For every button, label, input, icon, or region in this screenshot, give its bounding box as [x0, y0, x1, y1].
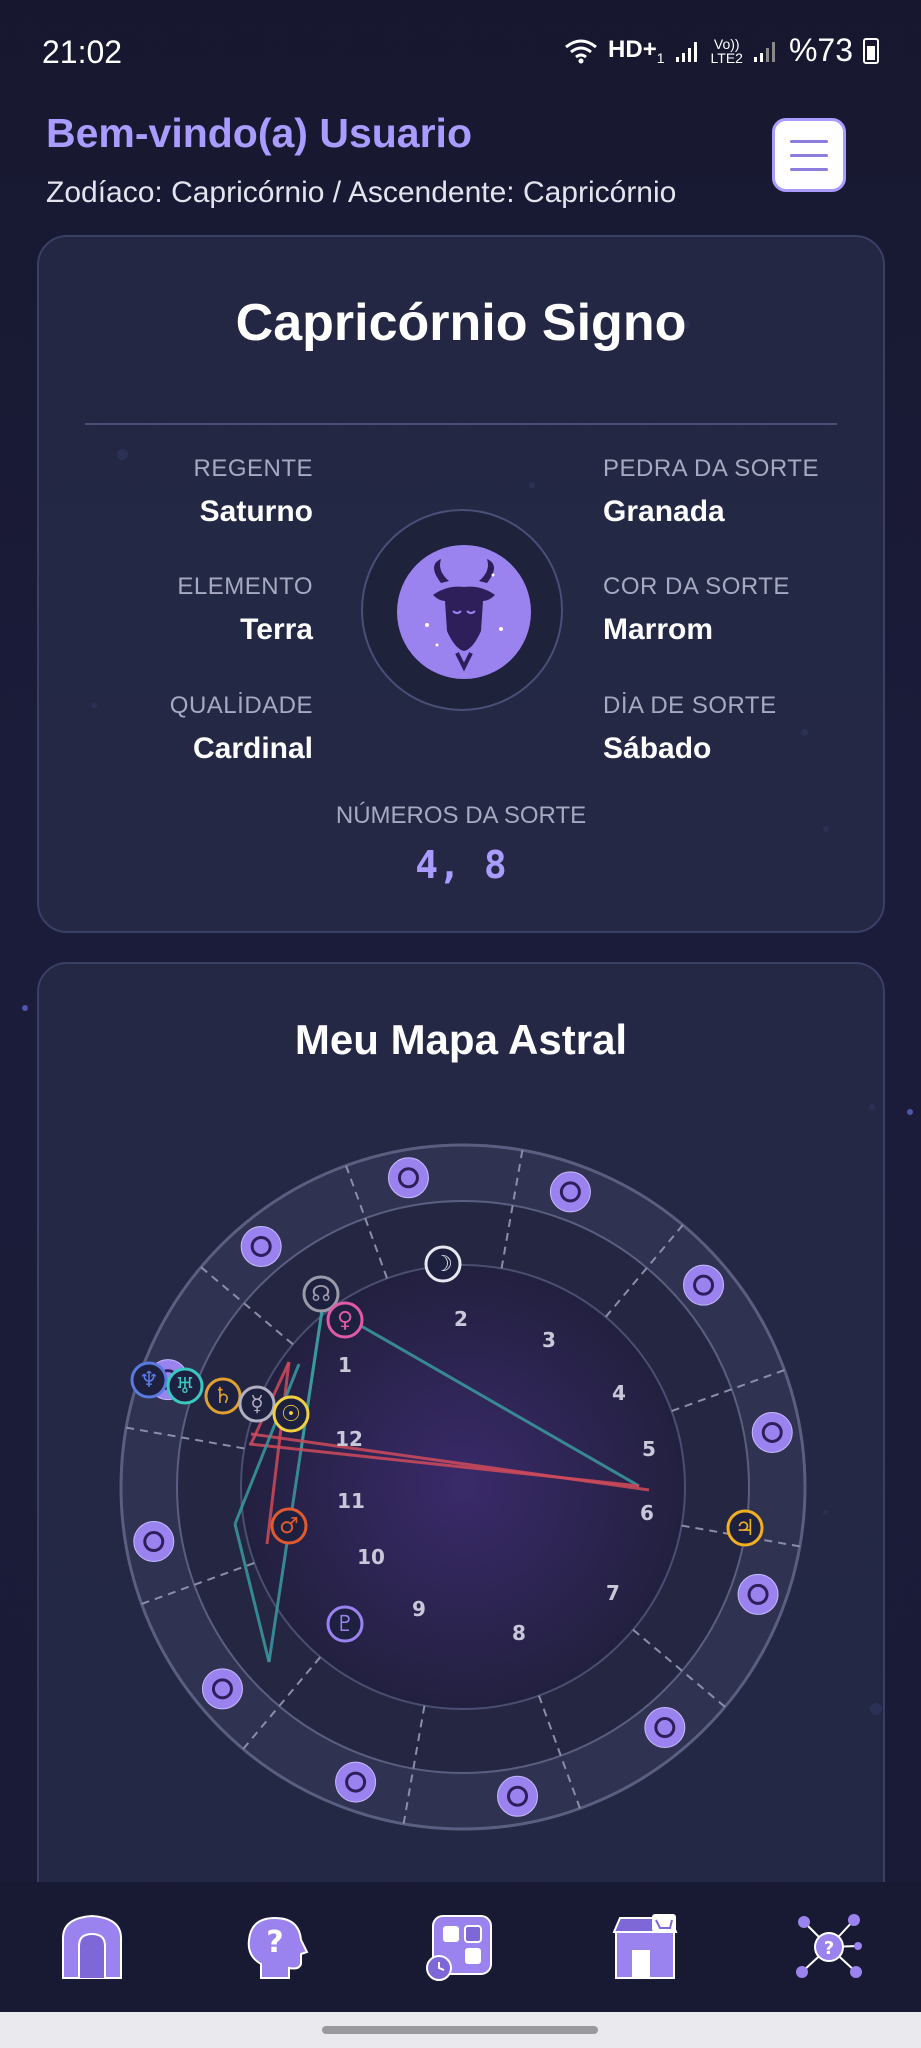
network-question-icon: ? [795, 1914, 862, 1978]
lucky-numbers-label: NÚMEROS DA SORTE [335, 802, 587, 829]
house-number-6: 6 [640, 1501, 654, 1525]
attr-regent: REGENTE Saturno [193, 455, 313, 528]
house-number-2: 2 [454, 1307, 468, 1331]
venus-symbol: ♀ [337, 1308, 353, 1333]
home-door-icon [62, 1914, 123, 1979]
jupiter-symbol: ♃ [735, 1516, 755, 1541]
scorpio-icon [335, 1761, 377, 1803]
mercury-symbol: ☿ [250, 1392, 264, 1417]
house-number-12: 12 [335, 1427, 363, 1451]
head-question-icon: ? [248, 1916, 309, 1979]
pluto-symbol: ♇ [335, 1612, 355, 1637]
nav-apps[interactable] [420, 1907, 500, 1987]
battery-icon [863, 37, 879, 64]
aries-icon [387, 1157, 429, 1199]
gesture-area [0, 2012, 921, 2048]
sign-emblem-frame [361, 509, 563, 711]
divider [85, 423, 837, 425]
svg-text:?: ? [824, 1938, 834, 1959]
house-number-8: 8 [512, 1621, 526, 1645]
north-node-symbol: ☊ [311, 1282, 331, 1307]
nav-questions[interactable]: ? [236, 1907, 316, 1987]
shop-cart-icon [612, 1914, 678, 1979]
nav-network[interactable]: ? [789, 1907, 869, 1987]
house-number-4: 4 [612, 1381, 626, 1405]
grid-clock-icon [426, 1915, 493, 1981]
signal-icon-2 [753, 41, 775, 62]
nav-shop[interactable] [605, 1907, 685, 1987]
house-number-9: 9 [412, 1597, 426, 1621]
bottom-navigation: ? ? [0, 1882, 921, 2012]
neptune-symbol: ♆ [139, 1368, 159, 1393]
wifi-icon [565, 39, 597, 63]
svg-text:?: ? [267, 1925, 284, 1960]
attr-quality: QUALİDADE Cardinal [169, 692, 313, 765]
hamburger-menu-icon [790, 139, 828, 143]
star [907, 1109, 913, 1115]
sagittarius-icon [201, 1668, 243, 1710]
attr-element: ELEMENTO Terra [177, 573, 313, 646]
menu-button[interactable] [772, 118, 846, 192]
welcome-title: Bem-vindo(a) Usuario [46, 110, 472, 156]
gemini-icon [683, 1264, 725, 1306]
pisces-icon [240, 1225, 282, 1267]
attr-lucky-color: COR DA SORTE Marrom [603, 573, 790, 646]
capricorn-goat-icon [397, 545, 531, 679]
astral-chart-wheel[interactable]: 123456789101112☽☊♀♆ ♅ ♄ ☿ ☉♂ ♃♇ [39, 964, 887, 1884]
capricorn-icon [133, 1521, 175, 1563]
star [22, 1005, 28, 1011]
house-number-3: 3 [542, 1328, 556, 1352]
attr-lucky-day: DİA DE SORTE Sábado [603, 692, 777, 765]
house-number-5: 5 [642, 1437, 656, 1461]
gesture-bar[interactable] [322, 2026, 598, 2034]
status-indicators: HD+1 Vo)) LTE2 %73 [564, 32, 879, 69]
volte-label: Vo)) LTE2 [710, 35, 743, 66]
network-type: HD+1 [608, 35, 665, 66]
sun-symbol: ☉ [281, 1402, 301, 1427]
virgo-icon [644, 1707, 686, 1749]
attr-lucky-stone: PEDRA DA SORTE Granada [603, 455, 819, 528]
status-bar: 21:02 HD+1 Vo)) LTE2 %73 [0, 0, 921, 100]
house-number-1: 1 [338, 1353, 352, 1377]
house-number-10: 10 [357, 1545, 385, 1569]
leo-icon [737, 1573, 779, 1615]
status-time: 21:02 [42, 34, 123, 70]
mars-symbol: ♂ [279, 1514, 299, 1539]
taurus-icon [549, 1171, 591, 1213]
zodiac-ascendant-line: Zodíaco: Capricórnio / Ascendente: Capri… [46, 176, 677, 209]
saturn-symbol: ♄ [213, 1384, 233, 1409]
battery-percent: %73 [788, 32, 853, 68]
moon-symbol: ☽ [433, 1252, 453, 1277]
uranus-symbol: ♅ [175, 1374, 195, 1399]
house-number-7: 7 [606, 1581, 620, 1605]
sign-title: Capricórnio Signo [235, 294, 687, 352]
sign-card: Capricórnio Signo REGENTE Saturno ELEMEN… [37, 235, 885, 933]
cancer-icon [751, 1411, 793, 1453]
signal-icon [675, 41, 697, 62]
libra-icon [497, 1775, 539, 1817]
nav-home[interactable] [52, 1907, 132, 1987]
lucky-numbers-value: 4, 8 [415, 843, 507, 887]
house-number-11: 11 [337, 1489, 365, 1513]
